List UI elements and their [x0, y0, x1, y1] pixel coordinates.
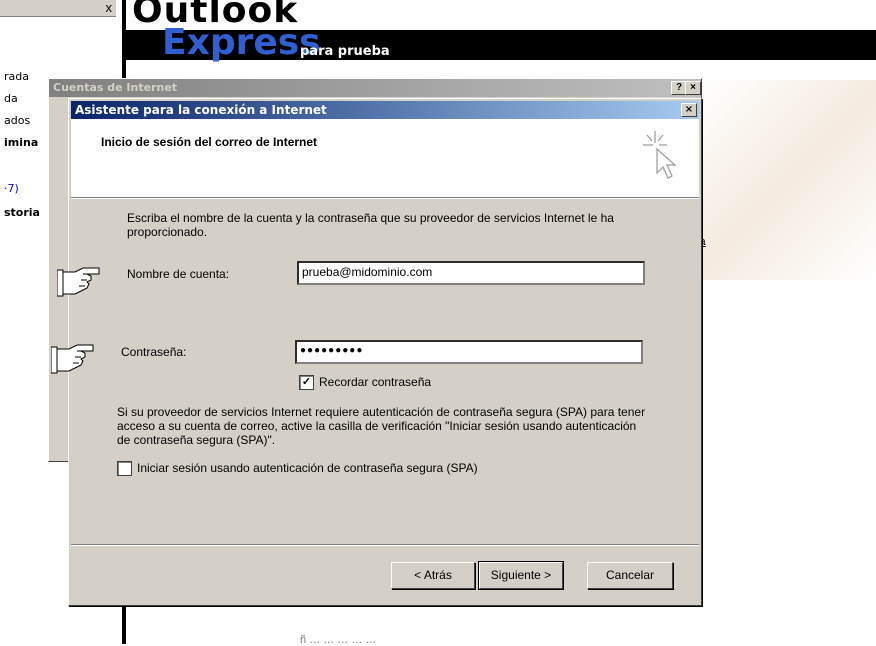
spa-checkbox[interactable]	[117, 461, 132, 476]
next-button[interactable]: Siguiente >	[479, 562, 563, 589]
remember-password-checkbox[interactable]: ✓	[299, 375, 314, 390]
background-left-text: rada	[4, 70, 29, 83]
background-left-text: ·7)	[4, 182, 19, 195]
wizard-close-button[interactable]: ×	[681, 103, 697, 117]
remember-password-label[interactable]: Recordar contraseña	[319, 375, 431, 389]
background-left-text: storia	[4, 206, 40, 219]
header-separator	[71, 198, 699, 199]
wizard-header: Inicio de sesión del correo de Internet	[71, 119, 699, 198]
internet-accounts-titlebar: Cuentas de Internet	[49, 79, 701, 97]
spa-explanation-text: Si su proveedor de servicios Internet re…	[117, 405, 646, 447]
banner-subtitle: para prueba	[300, 44, 390, 59]
wizard-title: Asistente para la conexión a Internet	[75, 103, 327, 117]
background-bottom-text: ñ … … … … …	[300, 634, 377, 646]
intro-text: Escriba el nombre de la cuenta y la cont…	[127, 211, 614, 239]
account-name-input[interactable]: prueba@midominio.com	[297, 261, 645, 285]
pointing-hand-icon	[56, 264, 103, 303]
accounts-close-button[interactable]: ×	[685, 81, 701, 95]
cancel-button[interactable]: Cancelar	[587, 562, 673, 589]
internet-accounts-title: Cuentas de Internet	[53, 81, 178, 94]
account-name-label: Nombre de cuenta:	[127, 267, 230, 281]
wizard-titlebar: Asistente para la conexión a Internet ×	[71, 101, 699, 119]
wizard-header-title: Inicio de sesión del correo de Internet	[101, 135, 318, 149]
cursor-sparkle-icon	[639, 129, 679, 181]
background-left-text: imina	[4, 136, 39, 149]
spa-checkbox-label[interactable]: Iniciar sesión usando autenticación de c…	[137, 461, 478, 475]
internet-connection-wizard: Asistente para la conexión a Internet × …	[50, 98, 702, 606]
outlook-express-banner: Outlook Express para prueba	[126, 0, 876, 63]
background-window-strip: x	[0, 0, 116, 17]
password-input[interactable]: ●●●●●●●●●	[295, 340, 643, 364]
background-decoration	[700, 80, 876, 280]
password-label: Contraseña:	[121, 345, 187, 359]
background-close-icon[interactable]: x	[106, 0, 113, 15]
background-left-text: ados	[4, 114, 31, 127]
banner-title-express: Express	[162, 22, 321, 63]
pointing-hand-icon	[50, 341, 97, 380]
background-left-text: da	[4, 92, 18, 105]
back-button[interactable]: < Atrás	[391, 562, 475, 589]
footer-separator	[71, 544, 699, 546]
